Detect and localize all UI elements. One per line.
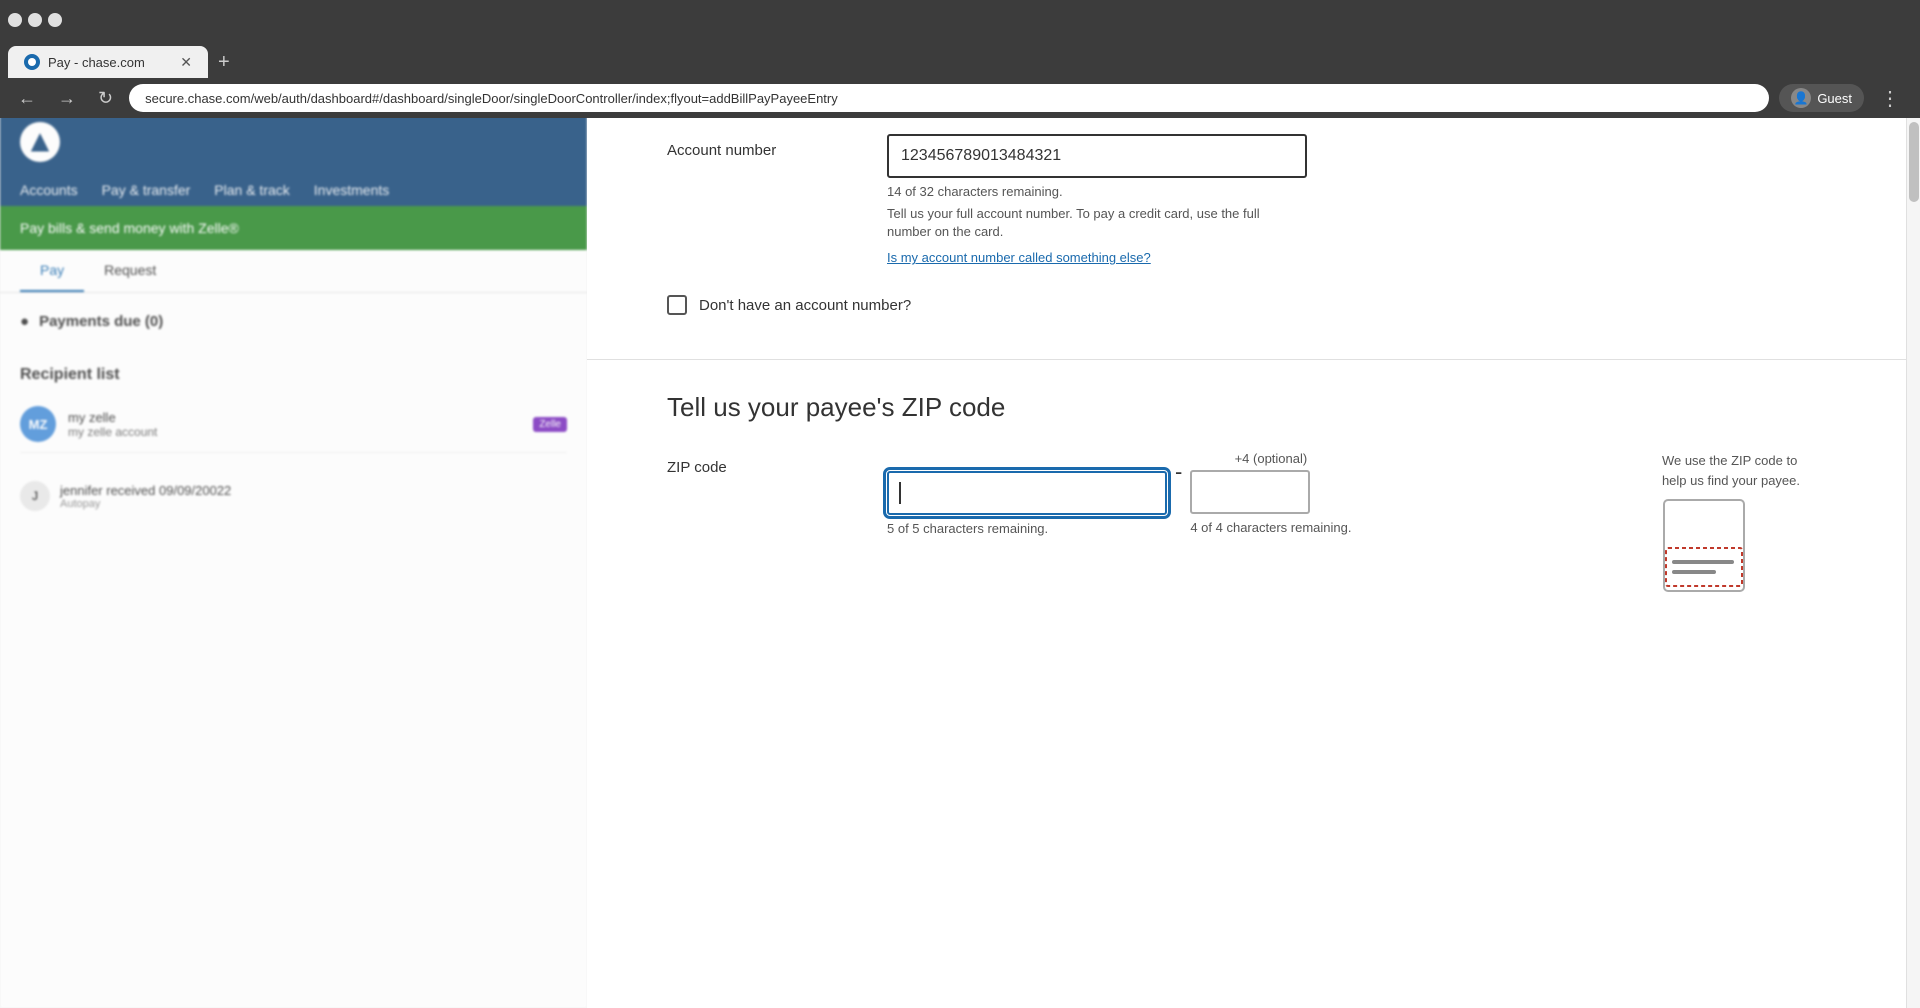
active-tab[interactable]: Pay - chase.com ✕ [8, 46, 208, 78]
account-hint-text: Tell us your full account number. To pay… [887, 205, 1307, 241]
recipient-section: Recipient list MZ my zelle my zelle acco… [0, 366, 587, 453]
zip-label-text: ZIP code [667, 459, 727, 476]
zip-code-section: Tell us your payee's ZIP code ZIP code 5… [587, 360, 1920, 630]
browser-chrome: Pay - chase.com ✕ + ← → ↻ 👤 Guest ⋮ [0, 0, 1920, 110]
recent-item[interactable]: J jennifer received 09/09/20022 Autopay [20, 473, 567, 519]
account-chars-remaining: 14 of 32 characters remaining. [887, 184, 1840, 199]
account-number-section: Account number 14 of 32 characters remai… [587, 110, 1920, 360]
payments-due-header: ● Payments due (0) [20, 313, 567, 330]
recent-section: J jennifer received 09/09/20022 Autopay [0, 453, 587, 539]
close-button[interactable] [48, 13, 62, 27]
zip-chars-remaining: 5 of 5 characters remaining. [887, 521, 1167, 536]
zip4-chars-remaining: 4 of 4 characters remaining. [1190, 520, 1351, 535]
zip-input-wrap: 5 of 5 characters remaining. [887, 451, 1167, 536]
account-number-row: Account number 14 of 32 characters remai… [667, 134, 1840, 267]
recipient-list-title: Recipient list [20, 366, 567, 384]
text-cursor [899, 482, 901, 504]
zip-separator: - [1167, 451, 1190, 483]
chase-nav: Accounts Pay & transfer Plan & track Inv… [0, 174, 587, 206]
recent-sub: Autopay [60, 498, 231, 510]
forward-button[interactable]: → [52, 84, 82, 113]
user-button[interactable]: 👤 Guest [1779, 84, 1864, 112]
address-bar-row: ← → ↻ 👤 Guest ⋮ [0, 78, 1920, 118]
left-panel-inner: Accounts Pay & transfer Plan & track Inv… [0, 110, 587, 1008]
back-button[interactable]: ← [12, 84, 42, 113]
zip-input[interactable] [887, 471, 1167, 515]
envelope-svg [1662, 498, 1747, 593]
zip-use-hint: We use the ZIP code tohelp us find your … [1662, 451, 1800, 490]
zip4-optional-label: +4 (optional) [1190, 451, 1351, 466]
right-panel: Account number 14 of 32 characters remai… [587, 110, 1920, 1008]
reload-button[interactable]: ↻ [92, 84, 119, 113]
chase-header [0, 110, 587, 174]
nav-accounts[interactable]: Accounts [20, 182, 78, 198]
recent-name: jennifer received 09/09/20022 [60, 483, 231, 498]
no-account-label: Don't have an account number? [699, 297, 911, 314]
user-label: Guest [1817, 91, 1852, 106]
account-number-label: Account number [667, 134, 887, 159]
tab-request[interactable]: Request [84, 250, 176, 292]
user-area: 👤 Guest ⋮ [1779, 82, 1908, 115]
no-account-checkbox[interactable] [667, 295, 687, 315]
payments-section: ● Payments due (0) [0, 293, 587, 366]
zip-fields: 5 of 5 characters remaining. - +4 (optio… [887, 451, 1662, 536]
recipient-avatar: MZ [20, 406, 56, 442]
recipient-name: my zelle [68, 410, 521, 425]
banner-text: Pay bills & send money with Zelle® [20, 220, 239, 236]
account-number-link[interactable]: Is my account number called something el… [887, 250, 1151, 265]
zip-row: ZIP code 5 of 5 characters remaining. - … [667, 451, 1840, 598]
tab-bar: Pay - chase.com ✕ + [0, 40, 1920, 78]
recipient-item[interactable]: MZ my zelle my zelle account Zelle [20, 396, 567, 453]
zip-section-heading: Tell us your payee's ZIP code [667, 392, 1840, 423]
recipient-amount: my zelle account [68, 425, 521, 439]
tab-pay[interactable]: Pay [20, 250, 84, 292]
nav-plan-track[interactable]: Plan & track [214, 182, 289, 198]
account-number-field-wrap: 14 of 32 characters remaining. Tell us y… [887, 134, 1840, 267]
address-input[interactable] [129, 84, 1769, 112]
pay-tabs: Pay Request [0, 250, 587, 293]
recipient-info: my zelle my zelle account [68, 410, 521, 439]
window-controls [8, 13, 62, 27]
scrollbar[interactable] [1906, 110, 1920, 1008]
zip-label: ZIP code [667, 451, 887, 477]
scrollbar-thumb[interactable] [1909, 122, 1919, 202]
browser-menu-button[interactable]: ⋮ [1872, 82, 1908, 115]
nav-investments[interactable]: Investments [314, 182, 389, 198]
tab-favicon [24, 54, 40, 70]
left-panel: Accounts Pay & transfer Plan & track Inv… [0, 110, 587, 1008]
minimize-button[interactable] [8, 13, 22, 27]
new-tab-button[interactable]: + [208, 46, 240, 78]
green-banner: Pay bills & send money with Zelle® [0, 206, 587, 250]
recent-info: jennifer received 09/09/20022 Autopay [60, 483, 231, 510]
recent-icon: J [20, 481, 50, 511]
page-container: Accounts Pay & transfer Plan & track Inv… [0, 110, 1920, 1008]
nav-pay-transfer[interactable]: Pay & transfer [102, 182, 191, 198]
tab-close-button[interactable]: ✕ [180, 54, 192, 71]
zip-illustration: We use the ZIP code tohelp us find your … [1662, 451, 1800, 598]
no-account-row: Don't have an account number? [667, 283, 1840, 327]
titlebar [0, 0, 1920, 40]
account-number-input[interactable] [887, 134, 1307, 178]
chase-logo [20, 122, 60, 162]
user-icon: 👤 [1791, 88, 1811, 108]
zip4-input[interactable] [1190, 470, 1310, 514]
recipient-tag: Zelle [533, 417, 567, 432]
payments-due-label: Payments due (0) [39, 313, 163, 330]
zip4-wrap: +4 (optional) 4 of 4 characters remainin… [1190, 451, 1351, 535]
payments-due-icon: ● [20, 313, 29, 330]
maximize-button[interactable] [28, 13, 42, 27]
tab-title: Pay - chase.com [48, 55, 145, 70]
